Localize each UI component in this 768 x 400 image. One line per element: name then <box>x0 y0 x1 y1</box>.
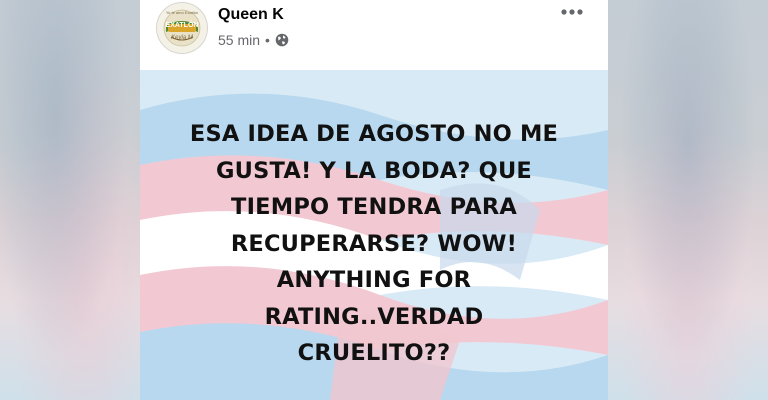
text-line: RATING..VERDAD <box>264 303 484 330</box>
post-image[interactable]: ESA IDEA DE AGOSTO NO ME GUSTA! Y LA BOD… <box>140 70 608 400</box>
text-line: TIEMPO TENDRA PARA <box>231 194 517 220</box>
post-meta: 55 min • <box>218 32 289 48</box>
avatar[interactable]: EXATLÓN Yo te amo Exatlón Keyla M <box>156 2 208 54</box>
post-image-text: ESA IDEA DE AGOSTO NO ME GUSTA! Y LA BOD… <box>140 116 608 372</box>
meta-separator: • <box>265 32 270 48</box>
text-line: GUSTA! Y LA BODA? QUE <box>216 157 532 184</box>
text-line: RECUPERARSE? WOW! <box>230 230 518 257</box>
globe-icon[interactable] <box>275 33 289 47</box>
text-line: ESA IDEA DE AGOSTO NO ME <box>189 121 559 147</box>
more-options-button[interactable] <box>554 2 590 22</box>
avatar-logo-text: EXATLÓN <box>165 22 199 29</box>
text-line: CRUELITO?? <box>297 340 451 366</box>
facebook-post: EXATLÓN Yo te amo Exatlón Keyla M Queen … <box>140 0 608 400</box>
avatar-bottom-text: Keyla M <box>171 35 193 41</box>
text-line: ANYTHING FOR <box>276 267 472 293</box>
author-name[interactable]: Queen K <box>218 6 284 24</box>
avatar-top-text: Yo te amo Exatlón <box>165 10 199 15</box>
more-options-icon <box>561 9 583 15</box>
post-header: EXATLÓN Yo te amo Exatlón Keyla M Queen … <box>140 0 608 70</box>
post-timestamp[interactable]: 55 min <box>218 32 260 48</box>
